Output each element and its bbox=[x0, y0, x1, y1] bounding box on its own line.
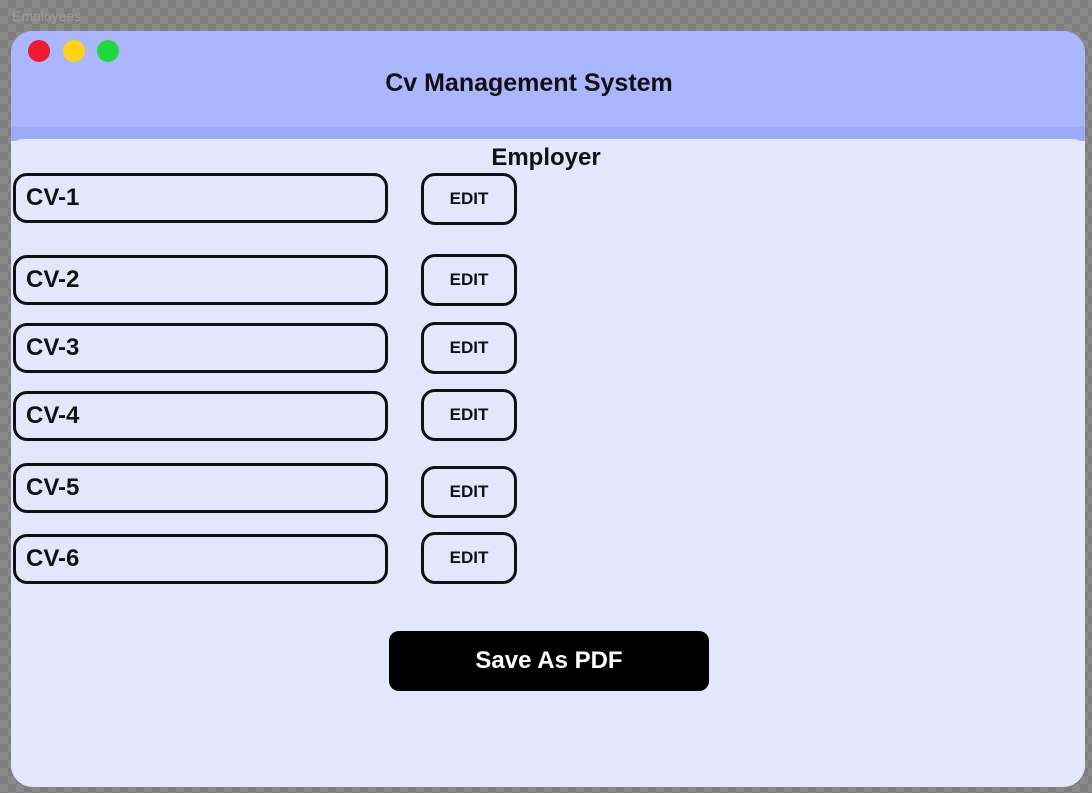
cv-field-3[interactable]: CV-3 bbox=[13, 323, 388, 373]
maximize-window-button[interactable] bbox=[97, 40, 119, 62]
edit-cv-3-button[interactable]: EDIT bbox=[421, 322, 517, 374]
cv-field-1[interactable]: CV-1 bbox=[13, 173, 388, 223]
cv-field-6[interactable]: CV-6 bbox=[13, 534, 388, 584]
edit-cv-6-button[interactable]: EDIT bbox=[421, 532, 517, 584]
edit-cv-2-button[interactable]: EDIT bbox=[421, 254, 517, 306]
title-bar: Cv Management System bbox=[11, 31, 1085, 131]
cv-field-4[interactable]: CV-4 bbox=[13, 391, 388, 441]
edit-cv-5-button[interactable]: EDIT bbox=[421, 466, 517, 518]
app-window: Cv Management System Employer CV-1 EDIT … bbox=[11, 31, 1085, 787]
app-title: Cv Management System bbox=[385, 69, 673, 97]
minimize-window-button[interactable] bbox=[63, 40, 85, 62]
cv-field-5[interactable]: CV-5 bbox=[13, 463, 388, 513]
edit-cv-1-button[interactable]: EDIT bbox=[421, 173, 517, 225]
close-window-button[interactable] bbox=[28, 40, 50, 62]
save-as-pdf-button[interactable]: Save As PDF bbox=[389, 631, 709, 691]
frame-label: Employees bbox=[12, 8, 82, 24]
section-title: Employer bbox=[491, 144, 601, 171]
cv-field-2[interactable]: CV-2 bbox=[13, 255, 388, 305]
edit-cv-4-button[interactable]: EDIT bbox=[421, 389, 517, 441]
